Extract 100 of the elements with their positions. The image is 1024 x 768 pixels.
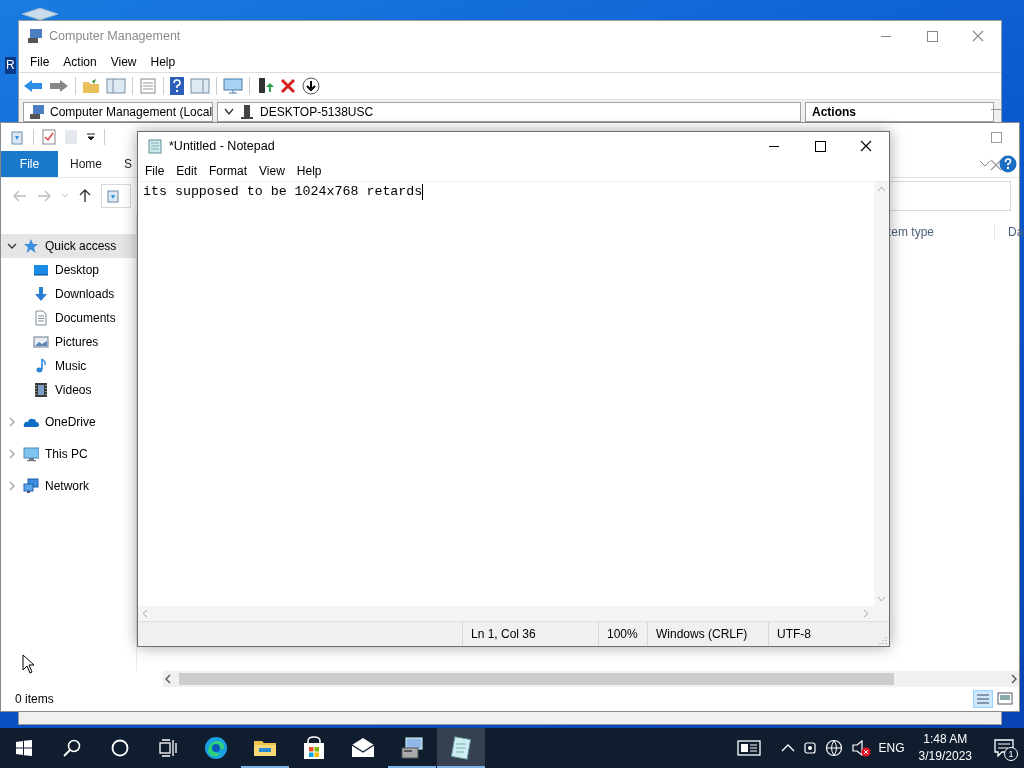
up-arrow-icon[interactable] bbox=[79, 189, 91, 203]
scroll-down-icon bbox=[877, 596, 886, 602]
window-title: *Untitled - Notepad bbox=[169, 139, 276, 153]
pane-title: Actions bbox=[812, 105, 856, 119]
notepad-icon bbox=[147, 138, 163, 154]
scroll-right-icon bbox=[863, 609, 869, 618]
address-text: DESKTOP-5138USC bbox=[260, 105, 374, 119]
clock[interactable]: 1:48 AM 3/19/2023 bbox=[912, 731, 978, 765]
picture-icon bbox=[33, 334, 49, 350]
start-icon[interactable] bbox=[16, 740, 32, 756]
monitor-icon[interactable] bbox=[223, 78, 243, 94]
ribbon-tab[interactable]: Home bbox=[58, 151, 114, 177]
notification-badge: 1 bbox=[1004, 747, 1018, 761]
desktop-icon-label[interactable]: R bbox=[5, 57, 16, 74]
chevron-down-icon bbox=[7, 241, 17, 251]
document-text: its supposed to be 1024x768 retards bbox=[143, 184, 423, 200]
status-text: Ln 1, Col 36 bbox=[471, 627, 536, 641]
navigation-item[interactable]: Desktop bbox=[1, 258, 136, 282]
details-view-button[interactable] bbox=[973, 690, 993, 708]
chevron-up-icon[interactable] bbox=[780, 743, 795, 753]
envelope-icon bbox=[351, 736, 375, 760]
down-arrow-circle-icon[interactable] bbox=[302, 77, 320, 95]
menu-item[interactable]: View bbox=[103, 54, 144, 69]
pane-toggle-icon[interactable] bbox=[190, 78, 210, 94]
window-title: Computer Management bbox=[49, 29, 182, 43]
navigation-item[interactable]: Quick access bbox=[1, 234, 136, 258]
language-indicator[interactable]: ENG bbox=[878, 741, 905, 755]
news-icon[interactable] bbox=[736, 739, 761, 757]
computer-management-icon bbox=[400, 736, 424, 760]
menu-item[interactable]: Action bbox=[56, 54, 104, 69]
chevron-down-icon bbox=[224, 108, 234, 116]
navigation-item[interactable]: Documents bbox=[1, 306, 136, 330]
help-icon[interactable] bbox=[170, 77, 184, 95]
taskbar-button[interactable] bbox=[437, 728, 485, 768]
text-editor[interactable]: its supposed to be 1024x768 retards bbox=[138, 182, 874, 606]
address-field[interactable] bbox=[101, 184, 131, 208]
chevron-right-icon bbox=[7, 449, 17, 459]
down-arrow-icon bbox=[33, 286, 49, 302]
mouse-pointer-icon bbox=[22, 654, 36, 674]
navigation-item[interactable]: OneDrive bbox=[1, 410, 136, 434]
menu-item[interactable]: File bbox=[23, 54, 57, 69]
speaker-muted-icon[interactable] bbox=[850, 739, 871, 757]
circle-icon[interactable] bbox=[111, 739, 129, 757]
dropdown-icon[interactable] bbox=[86, 132, 96, 142]
scroll-right-icon bbox=[1009, 674, 1019, 684]
help-icon[interactable] bbox=[999, 155, 1017, 173]
navigation-item[interactable]: Network bbox=[1, 474, 136, 498]
scroll-up-icon bbox=[877, 186, 886, 192]
computer-management-icon bbox=[30, 105, 44, 119]
scroll-left-icon bbox=[142, 609, 148, 618]
pane-toggle-icon[interactable] bbox=[106, 78, 126, 94]
task-view-icon[interactable] bbox=[159, 739, 177, 757]
browser-icon bbox=[204, 736, 228, 760]
status-text: Windows (CRLF) bbox=[656, 627, 748, 641]
chevron-right-icon bbox=[7, 481, 17, 491]
large-icons-view-button[interactable] bbox=[995, 690, 1015, 708]
navigation-item[interactable]: Downloads bbox=[1, 282, 136, 306]
search-icon[interactable] bbox=[63, 739, 81, 757]
menu-item[interactable]: View bbox=[253, 163, 291, 178]
ribbon-tab[interactable]: S bbox=[114, 151, 133, 177]
menu-item[interactable]: Format bbox=[203, 163, 254, 178]
date-text: 3/19/2023 bbox=[918, 748, 972, 765]
document-icon bbox=[33, 310, 49, 326]
back-arrow-icon[interactable] bbox=[23, 78, 43, 94]
vertical-scrollbar[interactable] bbox=[874, 182, 889, 606]
scroll-left-icon bbox=[163, 674, 173, 684]
navigation-item[interactable]: Videos bbox=[1, 378, 136, 402]
chevron-down-icon[interactable] bbox=[979, 160, 991, 168]
pane-title: Computer Management (Local bbox=[50, 105, 212, 119]
notification-icon[interactable] bbox=[994, 739, 1014, 757]
time-text: 1:48 AM bbox=[923, 731, 968, 748]
status-text: UTF-8 bbox=[777, 627, 811, 641]
status-text: 0 items bbox=[15, 692, 54, 706]
resize-grip-icon[interactable] bbox=[879, 636, 887, 644]
menu-item[interactable]: File bbox=[139, 163, 171, 178]
network-computers-icon bbox=[23, 478, 39, 494]
horizontal-scrollbar[interactable] bbox=[163, 671, 1019, 687]
menu-item[interactable]: Edit bbox=[170, 163, 204, 178]
navigation-item[interactable]: Pictures bbox=[1, 330, 136, 354]
globe-icon[interactable] bbox=[824, 739, 843, 757]
monitor-icon bbox=[33, 262, 49, 278]
status-text: 100% bbox=[607, 627, 638, 641]
forward-arrow-icon[interactable] bbox=[49, 78, 69, 94]
menu-item[interactable]: Help bbox=[290, 163, 328, 178]
film-strip-icon bbox=[33, 382, 49, 398]
monitor-icon bbox=[23, 446, 39, 462]
notepad-icon bbox=[449, 736, 473, 760]
text-caret bbox=[422, 184, 424, 200]
navigation-item[interactable]: This PC bbox=[1, 442, 136, 466]
navigation-item[interactable]: Music bbox=[1, 354, 136, 378]
shopping-bag-icon bbox=[302, 736, 326, 760]
camera-icon[interactable] bbox=[802, 740, 817, 756]
properties-icon[interactable] bbox=[42, 129, 56, 145]
computer-management-icon bbox=[27, 28, 43, 44]
delete-icon[interactable] bbox=[280, 78, 296, 94]
horizontal-scrollbar[interactable] bbox=[138, 606, 889, 621]
menu-item[interactable]: Help bbox=[143, 54, 183, 69]
computer-arrow-icon[interactable] bbox=[256, 77, 274, 95]
address-field[interactable]: DESKTOP-5138USC bbox=[217, 102, 801, 122]
star-icon bbox=[23, 238, 39, 254]
